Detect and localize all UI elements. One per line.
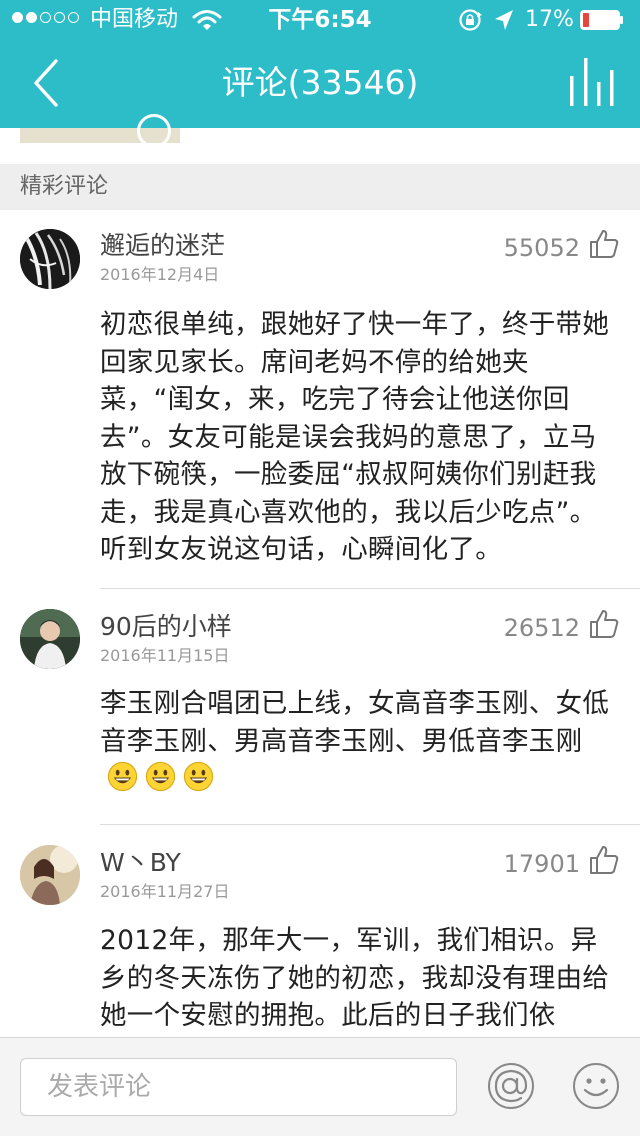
top-bar: 中国移动 下午6:54 17% 评论(33546) <box>0 0 640 128</box>
like-count: 17901 <box>503 850 580 878</box>
username[interactable]: 90后的小样 <box>100 611 232 643</box>
page-title: 评论(33546) <box>221 63 419 102</box>
comment-body: 李玉刚合唱团已上线，女高音李玉刚、女低音李玉刚、男高音李玉刚、男低音李玉刚 <box>100 685 620 798</box>
like-count: 55052 <box>503 234 580 262</box>
comment-date: 2016年12月4日 <box>100 265 220 284</box>
avatar[interactable] <box>20 229 80 289</box>
comment-input[interactable] <box>20 1058 457 1116</box>
emoji-group <box>100 761 214 794</box>
avatar[interactable] <box>20 609 80 669</box>
comment-text: 初恋很单纯，跟她好了快一年了，终于带她回家见家长。席间老妈不停的给她夹菜，“闺女… <box>100 309 610 565</box>
smiley-icon[interactable] <box>572 1062 620 1110</box>
username[interactable]: W丶BY <box>100 847 181 879</box>
comment-date: 2016年11月27日 <box>100 882 230 901</box>
comment-item: W丶BY 2016年11月27日 17901 2012年，那年大一，军训，我们相… <box>0 825 640 1037</box>
play-button-peek <box>137 114 171 148</box>
bar-chart-icon[interactable] <box>566 56 616 108</box>
username[interactable]: 邂逅的迷茫 <box>100 230 225 262</box>
status-bar: 中国移动 下午6:54 17% <box>0 0 640 40</box>
grinning-face-icon <box>145 761 176 792</box>
thumbs-up-icon[interactable] <box>588 844 620 876</box>
grinning-face-icon <box>183 761 214 792</box>
comment-text: 李玉刚合唱团已上线，女高音李玉刚、女低音李玉刚、男高音李玉刚、男低音李玉刚 <box>100 688 610 757</box>
section-header: 精彩评论 <box>0 164 640 210</box>
comment-text: 2012年，那年大一，军训，我们相识。异乡的冬天冻伤了她的初恋，我却没有理由给她… <box>100 925 610 1031</box>
comment-item: 90后的小样 2016年11月15日 26512 李玉刚合唱团已上线，女高音李玉… <box>0 589 640 823</box>
comment-composer <box>0 1037 640 1136</box>
comments-screen: 中国移动 下午6:54 17% 评论(33546) 精彩评论 邂逅的迷茫 201… <box>0 0 640 1136</box>
section-title: 精彩评论 <box>20 174 109 199</box>
thumbs-up-icon[interactable] <box>588 608 620 640</box>
battery-percent: 17% <box>525 7 574 32</box>
navigation-bar: 评论(33546) <box>0 40 640 128</box>
rotation-lock-icon <box>459 9 482 31</box>
thumbs-up-icon[interactable] <box>588 228 620 260</box>
at-sign-icon[interactable] <box>487 1062 535 1110</box>
comment-item: 邂逅的迷茫 2016年12月4日 55052 初恋很单纯，跟她好了快一年了，终于… <box>0 210 640 588</box>
battery-icon <box>580 10 623 30</box>
comment-date: 2016年11月15日 <box>100 646 230 665</box>
like-count: 26512 <box>503 614 580 642</box>
grinning-face-icon <box>107 761 138 792</box>
avatar[interactable] <box>20 845 80 905</box>
location-arrow-icon <box>495 10 513 30</box>
